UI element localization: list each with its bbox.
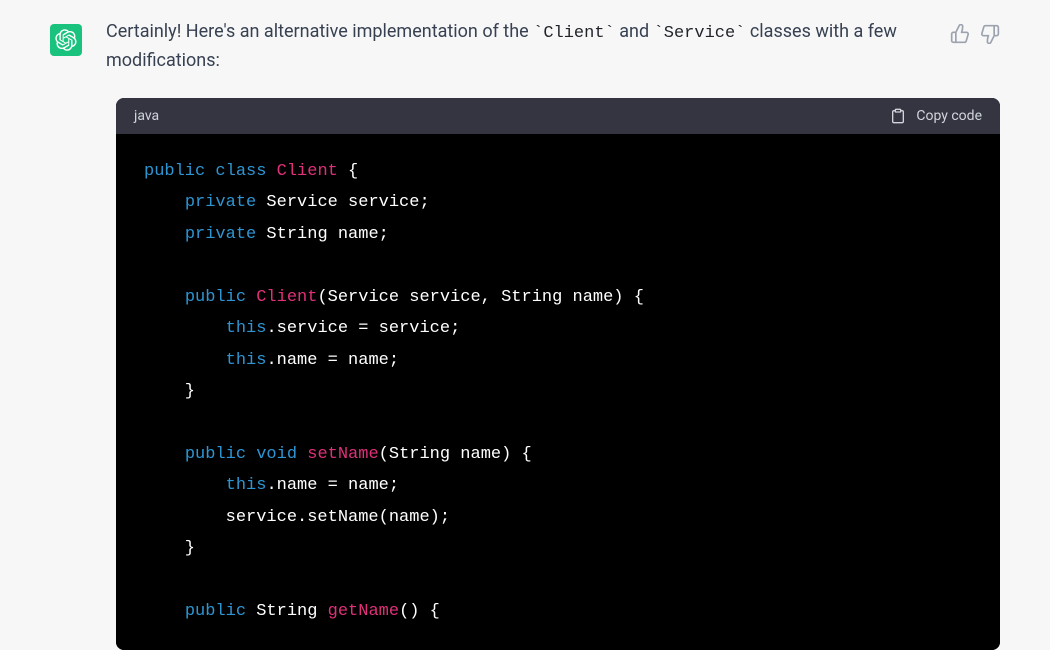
copy-code-label: Copy code	[916, 108, 982, 124]
code-token: public	[185, 602, 246, 621]
code-token	[266, 162, 276, 181]
code-token	[246, 288, 256, 307]
code-token: (String name) {	[379, 445, 532, 464]
code-token: setName	[307, 445, 378, 464]
thumbs-down-icon[interactable]	[980, 24, 1000, 44]
code-token: public	[144, 162, 205, 181]
code-token	[205, 162, 215, 181]
code-token: Client	[256, 288, 317, 307]
code-token: this	[226, 476, 267, 495]
code-token	[246, 445, 256, 464]
message-actions	[950, 24, 1000, 44]
message-text-part: Certainly! Here's an alternative impleme…	[106, 21, 533, 42]
code-token: .name = name;	[266, 351, 399, 370]
code-token: void	[256, 445, 297, 464]
code-token: () {	[399, 602, 440, 621]
code-token	[297, 445, 307, 464]
code-token: this	[226, 351, 267, 370]
code-token	[144, 602, 185, 621]
code-token: String	[246, 602, 328, 621]
code-token: .name = name;	[266, 476, 399, 495]
code-header: java Copy code	[116, 98, 1000, 134]
code-token: private	[185, 193, 256, 212]
thumbs-up-icon[interactable]	[950, 24, 970, 44]
code-token: Client	[277, 162, 338, 181]
code-token	[144, 319, 226, 338]
code-token: public	[185, 445, 246, 464]
assistant-message-text: Certainly! Here's an alternative impleme…	[106, 18, 926, 76]
code-language-label: java	[134, 108, 159, 124]
assistant-message-row: Certainly! Here's an alternative impleme…	[0, 18, 1050, 76]
code-token	[144, 225, 185, 244]
inline-code: `Service`	[654, 24, 746, 43]
inline-code: `Client`	[533, 24, 615, 43]
code-token: Service service;	[256, 193, 429, 212]
copy-code-button[interactable]: Copy code	[890, 108, 982, 124]
code-body: public class Client { private Service se…	[116, 134, 1000, 650]
code-token: {	[338, 162, 358, 181]
assistant-avatar	[50, 24, 82, 56]
code-token	[144, 193, 185, 212]
code-token: (Service service, String name) {	[317, 288, 643, 307]
code-token: String name;	[256, 225, 389, 244]
code-token: service.setName(name);	[144, 508, 450, 527]
code-token: .service = service;	[266, 319, 460, 338]
code-token: }	[144, 382, 195, 401]
code-token	[144, 476, 226, 495]
openai-logo-icon	[55, 29, 77, 51]
clipboard-icon	[890, 108, 906, 124]
code-block: java Copy code public class Client { pri…	[116, 98, 1000, 650]
code-token	[144, 351, 226, 370]
code-token: }	[144, 539, 195, 558]
code-token	[144, 445, 185, 464]
code-token: private	[185, 225, 256, 244]
code-token: getName	[328, 602, 399, 621]
code-token	[144, 288, 185, 307]
code-token: this	[226, 319, 267, 338]
code-token: public	[185, 288, 246, 307]
message-text-part: and	[615, 21, 654, 42]
code-token: class	[215, 162, 266, 181]
